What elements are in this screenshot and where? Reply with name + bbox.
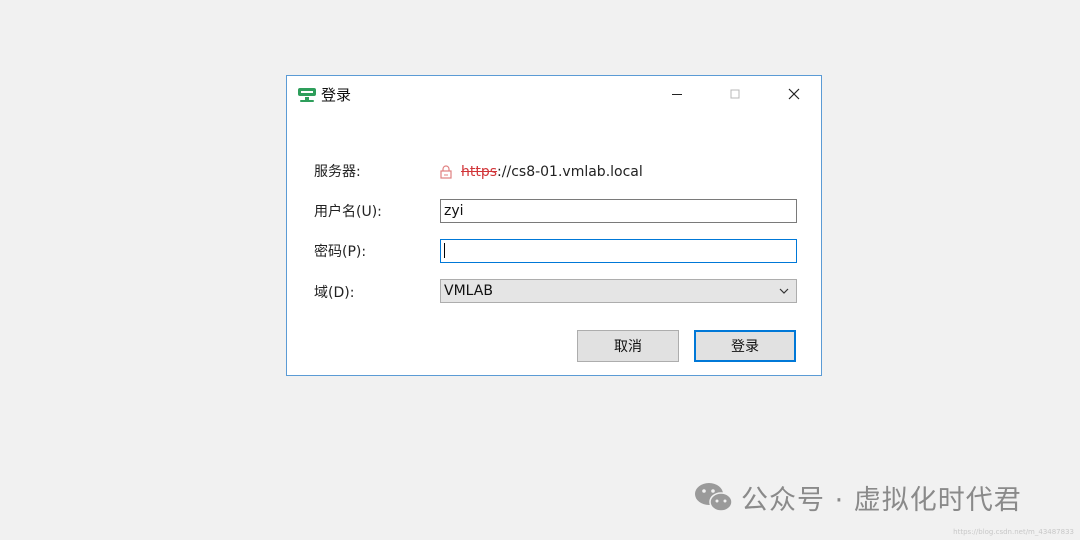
username-input[interactable]: zyi	[440, 199, 797, 223]
insecure-lock-icon	[440, 165, 452, 179]
server-url: https ://cs8-01.vmlab.local	[439, 162, 643, 182]
maximize-icon	[730, 89, 740, 99]
domain-select[interactable]: VMLAB	[440, 279, 797, 303]
close-icon	[788, 88, 800, 100]
source-watermark: https://blog.csdn.net/m_43487833	[953, 528, 1074, 536]
title-bar[interactable]: 登录	[287, 76, 821, 112]
watermark: 公众号 · 虚拟化时代君	[693, 478, 1022, 516]
cancel-button[interactable]: 取消	[577, 330, 679, 362]
app-logo-icon	[298, 88, 316, 102]
domain-selected-value: VMLAB	[444, 283, 493, 299]
server-host: ://cs8-01.vmlab.local	[497, 164, 643, 180]
minimize-icon	[672, 94, 682, 95]
window-title: 登录	[321, 86, 352, 104]
server-label: 服务器:	[314, 164, 361, 180]
domain-label: 域(D):	[314, 285, 355, 301]
username-label: 用户名(U):	[314, 204, 382, 220]
close-button[interactable]	[779, 82, 809, 106]
maximize-button[interactable]	[720, 82, 750, 106]
screen: 登录 服务器: https://cs8-01.vmlab.local 用户名(…	[0, 0, 1080, 540]
server-scheme: https	[461, 164, 498, 180]
login-button[interactable]: 登录	[694, 330, 796, 362]
password-input[interactable]	[440, 239, 797, 263]
wechat-icon	[695, 483, 733, 512]
minimize-button[interactable]	[662, 82, 692, 106]
text-caret	[444, 242, 445, 258]
chevron-down-icon	[779, 288, 789, 294]
login-dialog: 登录 服务器: https://cs8-01.vmlab.local 用户名(…	[286, 75, 822, 376]
password-label: 密码(P):	[314, 244, 367, 260]
watermark-text: 公众号 · 虚拟化时代君	[741, 484, 1022, 516]
